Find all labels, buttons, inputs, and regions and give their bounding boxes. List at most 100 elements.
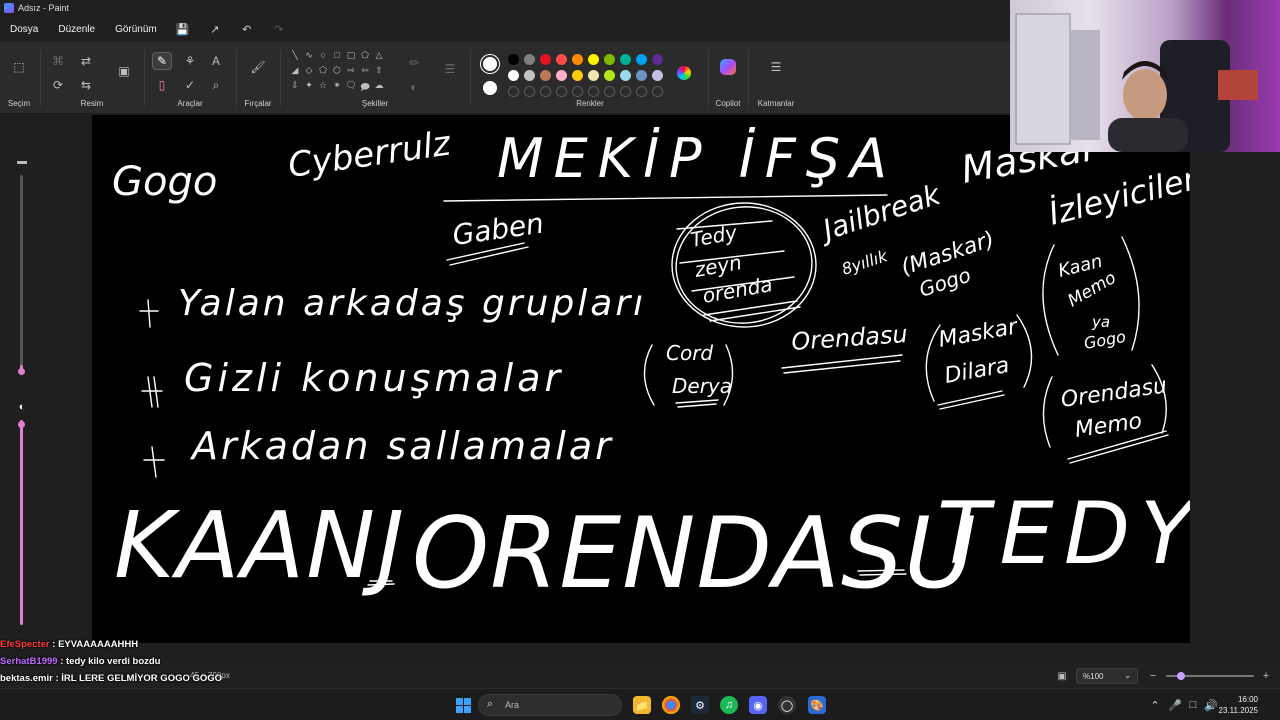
curve-shape-icon[interactable]: ∿	[302, 50, 316, 61]
arrow-right-shape-icon[interactable]: ⇨	[344, 65, 358, 76]
chat-username[interactable]: EfeSpecter	[0, 639, 50, 650]
rotate-icon[interactable]: ⟳	[48, 76, 68, 94]
fill-bucket-icon[interactable]: ⚘	[180, 52, 200, 70]
arrow-left-shape-icon[interactable]: ⇦	[358, 65, 372, 76]
color-swatch[interactable]	[588, 54, 599, 65]
chevron-up-icon[interactable]: ⌃	[1146, 696, 1164, 714]
custom-color-slot[interactable]	[524, 86, 535, 97]
custom-color-slot[interactable]	[604, 86, 615, 97]
chrome-icon[interactable]	[662, 696, 680, 714]
file-explorer-icon[interactable]: 📁	[633, 696, 651, 714]
volume-icon[interactable]: 🔊	[1202, 696, 1220, 714]
zoom-in-icon[interactable]: +	[1256, 667, 1276, 685]
star5-shape-icon[interactable]: ☆	[316, 80, 330, 91]
color-swatch[interactable]	[620, 54, 631, 65]
triangle-shape-icon[interactable]: △	[372, 50, 386, 61]
custom-color-slot[interactable]	[588, 86, 599, 97]
custom-color-slot[interactable]	[508, 86, 519, 97]
custom-color-slot[interactable]	[652, 86, 663, 97]
color-swatch[interactable]	[636, 54, 647, 65]
star6-shape-icon[interactable]: ✶	[330, 80, 344, 91]
redo-icon[interactable]: ↷	[272, 22, 286, 36]
oval-shape-icon[interactable]: ○	[316, 50, 330, 60]
menu-file[interactable]: Dosya	[0, 24, 48, 35]
color-swatch[interactable]	[508, 54, 519, 65]
outline-icon[interactable]: ✏	[404, 54, 424, 72]
star4-shape-icon[interactable]: ✦	[302, 80, 316, 91]
crop-icon[interactable]: ⌘	[48, 52, 68, 70]
color-swatch[interactable]	[588, 70, 599, 81]
polygon-shape-icon[interactable]: ⬠	[358, 50, 372, 61]
steam-icon[interactable]: ⚙	[691, 696, 709, 714]
flip-icon[interactable]: ⇆	[76, 76, 96, 94]
color-swatch[interactable]	[540, 54, 551, 65]
windows-start-icon[interactable]	[454, 696, 472, 714]
color-swatch[interactable]	[540, 70, 551, 81]
layers-icon[interactable]: ☰	[766, 58, 786, 76]
network-icon[interactable]: □	[1184, 696, 1202, 714]
resize-icon[interactable]: ⇄	[76, 52, 96, 70]
color-swatch[interactable]	[508, 70, 519, 81]
line-shape-icon[interactable]: ╲	[288, 50, 302, 61]
color-swatch[interactable]	[556, 54, 567, 65]
menu-view[interactable]: Görünüm	[105, 24, 167, 35]
taskbar-search[interactable]: ⌕ Ara	[478, 694, 622, 716]
primary-color-swatch[interactable]	[481, 55, 499, 73]
arrow-down-shape-icon[interactable]: ⇩	[288, 80, 302, 91]
color-swatch[interactable]	[620, 70, 631, 81]
zoom-out-icon[interactable]: −	[1143, 667, 1163, 685]
share-icon[interactable]: ↗	[208, 22, 222, 36]
zoom-dropdown[interactable]: %100 ⌄	[1076, 668, 1138, 684]
callout-rect-shape-icon[interactable]: 🗨	[344, 80, 358, 91]
pencil-icon[interactable]: ✎	[152, 52, 172, 70]
cloud-shape-icon[interactable]: ☁	[372, 80, 386, 91]
opacity-handle[interactable]	[18, 421, 25, 428]
brush-icon[interactable]: 🖌	[248, 58, 268, 76]
custom-color-slot[interactable]	[556, 86, 567, 97]
hexagon-shape-icon[interactable]: ⬡	[330, 65, 344, 76]
drawing-canvas[interactable]: Gogo Cyberrulz MEKİP İFŞA Maskar Gaben T…	[92, 115, 1190, 643]
menu-edit[interactable]: Düzenle	[48, 24, 105, 35]
color-swatch[interactable]	[524, 70, 535, 81]
right-triangle-shape-icon[interactable]: ◢	[288, 65, 302, 76]
custom-color-slot[interactable]	[572, 86, 583, 97]
color-swatch[interactable]	[572, 70, 583, 81]
chat-username[interactable]: bektas.emir	[0, 673, 53, 684]
edit-colors-icon[interactable]	[674, 64, 694, 82]
color-swatch[interactable]	[604, 70, 615, 81]
eraser-icon[interactable]: ▯	[152, 76, 172, 94]
fit-to-window-icon[interactable]: ▣	[1052, 667, 1072, 685]
arrow-up-shape-icon[interactable]: ⇧	[372, 65, 386, 76]
clock[interactable]: 16:00 23.11.2025	[1219, 694, 1258, 716]
custom-color-slot[interactable]	[620, 86, 631, 97]
magnifier-icon[interactable]: ⌕	[206, 76, 226, 94]
chat-username[interactable]: SerhatB1999	[0, 656, 58, 667]
callout-oval-shape-icon[interactable]: 🗩	[358, 80, 372, 96]
color-swatch[interactable]	[652, 70, 663, 81]
rounded-rect-shape-icon[interactable]: ▢	[344, 50, 358, 61]
microphone-icon[interactable]: 🎤	[1166, 696, 1184, 714]
color-swatch[interactable]	[572, 54, 583, 65]
text-tool-icon[interactable]: A	[206, 52, 226, 70]
color-swatch[interactable]	[604, 54, 615, 65]
color-swatch[interactable]	[652, 54, 663, 65]
rectangle-shape-icon[interactable]: □	[330, 50, 344, 60]
color-swatch[interactable]	[636, 70, 647, 81]
custom-color-slot[interactable]	[636, 86, 647, 97]
diamond-shape-icon[interactable]: ◇	[302, 65, 316, 76]
brush-size-handle[interactable]	[18, 368, 25, 375]
spotify-icon[interactable]: ♫	[720, 696, 738, 714]
save-icon[interactable]: 💾	[176, 22, 190, 36]
color-picker-icon[interactable]: ✓	[180, 76, 200, 94]
color-swatch[interactable]	[556, 70, 567, 81]
select-rectangle-icon[interactable]: ⬚	[9, 58, 29, 76]
stroke-size-icon[interactable]: ☰	[440, 60, 460, 78]
shape-fill-icon[interactable]: ◐	[404, 78, 424, 96]
zoom-slider-handle[interactable]	[1177, 672, 1185, 680]
image-options-icon[interactable]: ▣	[114, 62, 134, 80]
paint-taskbar-icon[interactable]: 🎨	[808, 696, 826, 714]
obs-icon[interactable]: ◯	[778, 696, 796, 714]
discord-icon[interactable]: ◉	[749, 696, 767, 714]
pentagon-shape-icon[interactable]: ⬠	[316, 65, 330, 76]
opacity-slider[interactable]	[20, 420, 23, 625]
